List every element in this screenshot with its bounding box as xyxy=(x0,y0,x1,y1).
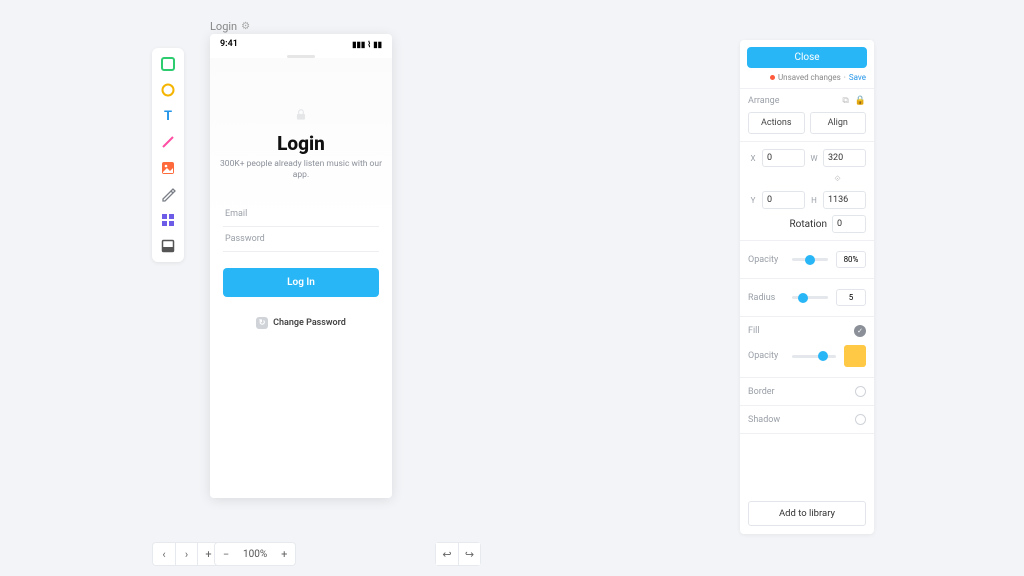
zoom-value[interactable]: 100% xyxy=(237,543,273,565)
w-input[interactable] xyxy=(823,149,866,167)
radius-value[interactable] xyxy=(836,289,866,306)
shadow-row[interactable]: Shadow xyxy=(740,405,874,433)
panel-spacer xyxy=(740,433,874,493)
redo-button[interactable]: ↪ xyxy=(458,543,480,565)
status-bar: 9:41 ▮▮▮ ⌇ ▮▮ xyxy=(210,34,392,51)
wifi-icon: ⌇ xyxy=(367,40,371,49)
undo-redo: ↩ ↪ xyxy=(435,542,481,566)
signal-icon: ▮▮▮ xyxy=(352,40,365,49)
refresh-icon: ↻ xyxy=(256,317,268,329)
fill-opacity-slider[interactable] xyxy=(792,355,836,358)
left-toolbar: T xyxy=(152,48,184,262)
h-input[interactable] xyxy=(823,191,866,209)
align-button[interactable]: Align xyxy=(810,112,867,134)
radius-slider[interactable] xyxy=(792,296,828,299)
fill-label: Fill xyxy=(748,326,760,336)
x-label: X xyxy=(748,154,758,163)
close-button[interactable]: Close xyxy=(747,47,867,68)
components-tool[interactable] xyxy=(158,210,178,230)
shadow-toggle[interactable] xyxy=(855,414,866,425)
unsaved-dot-icon xyxy=(770,75,775,80)
opacity-slider[interactable] xyxy=(792,258,828,261)
arrange-label: Arrange xyxy=(748,96,780,106)
border-label: Border xyxy=(748,387,775,397)
link-wh-icon[interactable]: ⟐ xyxy=(809,174,866,184)
artboard-name: Login xyxy=(210,20,237,33)
gear-icon[interactable]: ⚙ xyxy=(241,21,250,32)
border-row[interactable]: Border xyxy=(740,377,874,405)
fill-check-icon[interactable]: ✓ xyxy=(854,325,866,337)
actions-button[interactable]: Actions xyxy=(748,112,805,134)
text-tool[interactable]: T xyxy=(158,106,178,126)
circle-tool[interactable] xyxy=(158,80,178,100)
rotation-label: Rotation xyxy=(789,219,827,230)
artboard-label[interactable]: Login ⚙ xyxy=(210,20,250,33)
status-time: 9:41 xyxy=(220,39,238,49)
y-input[interactable] xyxy=(762,191,805,209)
status-icons: ▮▮▮ ⌇ ▮▮ xyxy=(352,40,382,49)
unsaved-indicator: Unsaved changes · Save xyxy=(740,73,874,88)
duplicate-icon[interactable]: ⧉ xyxy=(842,96,848,106)
zoom-controls: − 100% + xyxy=(214,542,296,566)
image-tool[interactable] xyxy=(158,158,178,178)
login-button[interactable]: Log In xyxy=(223,268,379,297)
page-nav: ‹ › + xyxy=(152,542,220,566)
x-input[interactable] xyxy=(762,149,805,167)
login-screen: Login 300K+ people already listen music … xyxy=(210,58,392,498)
rectangle-tool[interactable] xyxy=(158,54,178,74)
radius-row: Radius xyxy=(740,278,874,316)
opacity-value[interactable] xyxy=(836,251,866,268)
prev-page-button[interactable]: ‹ xyxy=(153,543,175,565)
opacity-label: Opacity xyxy=(748,255,784,265)
pen-tool[interactable] xyxy=(158,184,178,204)
y-label: Y xyxy=(748,196,758,205)
change-password-link[interactable]: ↻ Change Password xyxy=(220,317,382,329)
lock-icon[interactable]: 🔒 xyxy=(855,96,866,106)
save-link[interactable]: Save xyxy=(849,73,866,82)
screen-subtitle: 300K+ people already listen music with o… xyxy=(220,159,382,182)
fill-color-swatch[interactable] xyxy=(844,345,866,367)
line-tool[interactable] xyxy=(158,132,178,152)
fill-opacity-row: Opacity xyxy=(740,345,874,377)
zoom-out-button[interactable]: − xyxy=(215,543,237,565)
geometry-section: X W ⟐ Y H Rotation xyxy=(740,141,874,240)
next-page-button[interactable]: › xyxy=(175,543,197,565)
rotation-input[interactable] xyxy=(832,215,866,233)
arrange-section: Arrange ⧉ 🔒 Actions Align xyxy=(740,88,874,141)
h-label: H xyxy=(809,196,819,205)
undo-button[interactable]: ↩ xyxy=(436,543,458,565)
change-pw-label: Change Password xyxy=(273,318,346,328)
artboard-phone[interactable]: 9:41 ▮▮▮ ⌇ ▮▮ Login 300K+ people already… xyxy=(210,34,392,498)
lock-icon xyxy=(294,108,308,122)
artboard-tool[interactable] xyxy=(158,236,178,256)
properties-panel: Close Unsaved changes · Save Arrange ⧉ 🔒… xyxy=(740,40,874,534)
zoom-in-button[interactable]: + xyxy=(273,543,295,565)
fill-header: Fill ✓ xyxy=(740,316,874,345)
battery-icon: ▮▮ xyxy=(373,40,382,49)
w-label: W xyxy=(809,154,819,163)
opacity-row: Opacity xyxy=(740,240,874,278)
radius-label: Radius xyxy=(748,293,784,303)
screen-title: Login xyxy=(220,132,382,155)
email-field[interactable]: Email xyxy=(223,202,379,227)
shadow-label: Shadow xyxy=(748,415,780,425)
add-to-library-button[interactable]: Add to library xyxy=(748,501,866,526)
password-field[interactable]: Password xyxy=(223,227,379,252)
unsaved-text: Unsaved changes xyxy=(778,73,841,82)
border-toggle[interactable] xyxy=(855,386,866,397)
svg-text:T: T xyxy=(164,109,172,124)
fill-opacity-label: Opacity xyxy=(748,351,784,361)
